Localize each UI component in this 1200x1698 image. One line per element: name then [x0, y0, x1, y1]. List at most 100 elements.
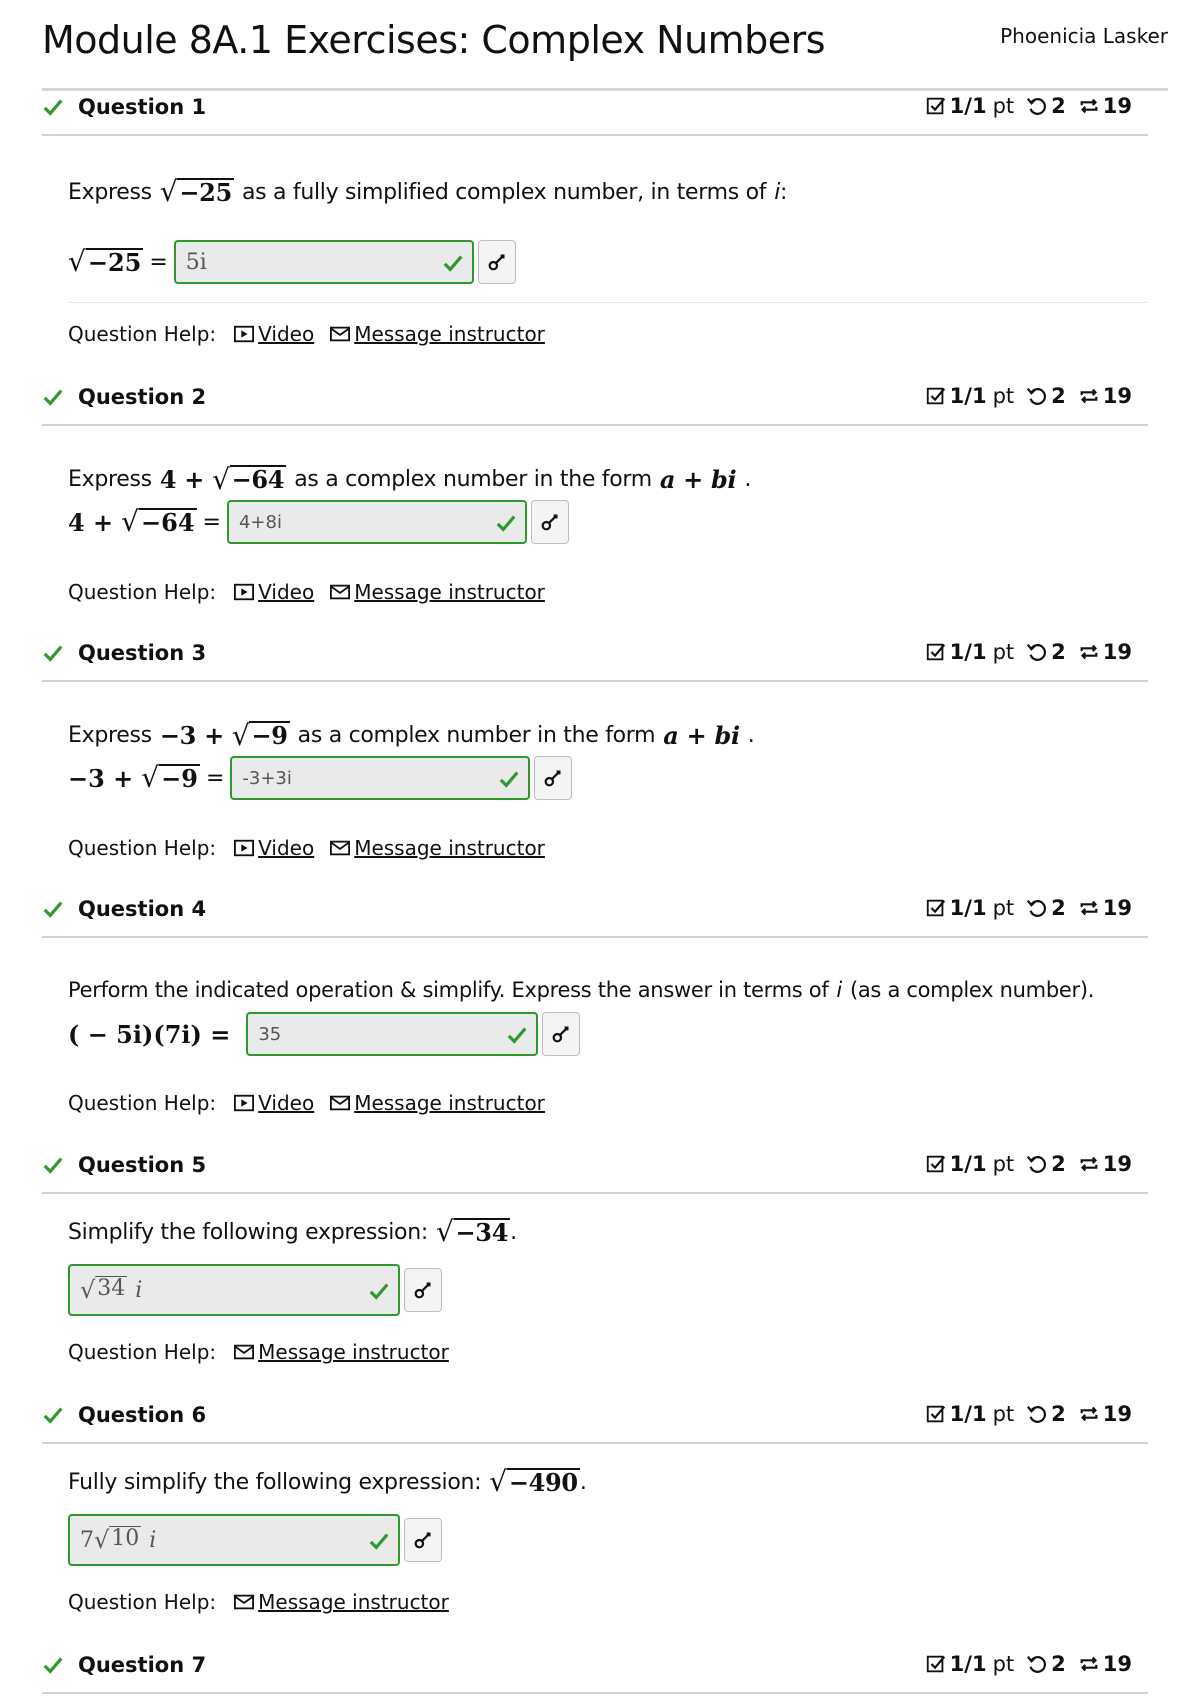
score-unit: pt: [992, 640, 1015, 664]
question-header[interactable]: Question 7 1/1 pt 2 19: [42, 1640, 1148, 1694]
message-label: Message instructor: [354, 836, 545, 860]
message-instructor-link[interactable]: Message instructor: [330, 836, 545, 860]
answer-value: -3+3i: [242, 767, 292, 789]
key-button[interactable]: [534, 756, 573, 800]
video-link[interactable]: Video: [234, 836, 314, 860]
question-prompt: Perform the indicated operation & simpli…: [68, 978, 1094, 1002]
answer-value: 7 √ 10 i: [80, 1525, 157, 1554]
user-name: Phoenicia Lasker: [1000, 24, 1168, 48]
score: 1/1: [949, 1402, 987, 1426]
question-header[interactable]: Question 2 1/1 pt 2 19: [42, 372, 1148, 426]
key-button[interactable]: [477, 240, 516, 284]
prompt-text: Express: [68, 467, 152, 492]
key-icon: [552, 1026, 569, 1043]
check-icon: [369, 1533, 389, 1550]
radicand: −25: [85, 247, 144, 277]
video-label: Video: [258, 1091, 315, 1115]
form-expression: a + bi: [663, 721, 740, 750]
repeat-icon: [1080, 644, 1098, 660]
message-label: Message instructor: [354, 322, 545, 346]
prompt-text: Express: [68, 179, 152, 205]
question-title: Question 1: [78, 95, 207, 119]
math-expression: −3 + √ −9: [68, 761, 200, 795]
question-title: Question 5: [78, 1153, 207, 1177]
math-expression: √ −25: [159, 175, 234, 209]
prompt-text: Fully simplify the following expression:: [68, 1469, 482, 1495]
tries: 2: [1051, 94, 1066, 118]
question-header[interactable]: Question 4 1/1 pt 2 19: [42, 884, 1148, 938]
key-button[interactable]: [530, 500, 569, 544]
check-icon: [496, 515, 516, 532]
message-instructor-link[interactable]: Message instructor: [330, 580, 545, 604]
question-header[interactable]: Question 1 1/1 pt 2 19: [42, 82, 1148, 136]
message-instructor-link[interactable]: Message instructor: [330, 322, 545, 346]
radicand: −34: [453, 1218, 511, 1247]
answer-suffix: i: [149, 1528, 157, 1554]
prompt-text: as a complex number in the form: [294, 467, 652, 492]
help-label: Question Help:: [68, 322, 217, 346]
page-title: Module 8A.1 Exercises: Complex Numbers: [42, 18, 826, 62]
message-instructor-link[interactable]: Message instructor: [234, 1590, 449, 1614]
answer-input[interactable]: 4+8i: [226, 500, 527, 544]
retry-icon: [1027, 643, 1047, 661]
question-meta: 1/1 pt 2 19: [925, 1152, 1132, 1176]
mail-icon: [234, 1344, 255, 1360]
message-instructor-link[interactable]: Message instructor: [330, 1091, 545, 1115]
mail-icon: [330, 1095, 351, 1111]
retry-icon: [1027, 97, 1047, 115]
answer-row: ( − 5i)(7i) = 35: [68, 1012, 581, 1056]
check-icon: [499, 771, 519, 788]
answer-input[interactable]: 35: [246, 1012, 539, 1056]
check-icon: [369, 1283, 389, 1300]
video-link[interactable]: Video: [234, 580, 314, 604]
prompt-text: Express: [68, 723, 152, 748]
question-title: Question 4: [78, 897, 207, 921]
question-header[interactable]: Question 3 1/1 pt 2 19: [42, 628, 1148, 682]
tries: 2: [1051, 1152, 1066, 1176]
retry-icon: [1027, 1155, 1047, 1173]
key-button[interactable]: [404, 1518, 442, 1562]
question-title: Question 7: [78, 1653, 207, 1677]
check-icon: [43, 1157, 63, 1174]
radicand: −9: [249, 721, 290, 751]
retry-icon: [1027, 899, 1047, 917]
radicand: −25: [177, 178, 234, 207]
key-button[interactable]: [542, 1012, 581, 1056]
question-prompt: Express √ −25 as a fully simplified compl…: [68, 178, 787, 206]
retry-icon: [1027, 1655, 1047, 1673]
score: 1/1: [949, 896, 987, 920]
repeat-icon: [1080, 900, 1098, 916]
math-expression: √ −25: [68, 245, 144, 279]
score: 1/1: [949, 384, 987, 408]
question-meta: 1/1 pt 2 19: [925, 1402, 1132, 1426]
answer-input[interactable]: 5i: [173, 240, 474, 284]
attempts: 19: [1102, 896, 1132, 920]
message-instructor-link[interactable]: Message instructor: [234, 1340, 449, 1364]
answer-input[interactable]: 7 √ 10 i: [68, 1514, 400, 1566]
question-header[interactable]: Question 6 1/1 pt 2 19: [42, 1390, 1148, 1444]
radicand: −64: [139, 507, 197, 537]
question-meta: 1/1 pt 2 19: [925, 384, 1132, 408]
answer-suffix: i: [135, 1278, 143, 1304]
answer-row: 4 + √ −64 = 4+8i: [68, 500, 569, 544]
score-unit: pt: [992, 384, 1015, 408]
question-help: Question Help: Message instructor: [68, 1590, 465, 1614]
help-label: Question Help:: [68, 580, 217, 604]
answer-input[interactable]: -3+3i: [230, 756, 531, 800]
video-icon: [234, 583, 255, 601]
question-title: Question 2: [78, 385, 207, 409]
equals-sign: =: [149, 249, 168, 275]
video-link[interactable]: Video: [234, 322, 314, 346]
key-button[interactable]: [404, 1268, 442, 1312]
assignment-page: Module 8A.1 Exercises: Complex Numbers P…: [0, 0, 1200, 1698]
prompt-end: .: [510, 1219, 517, 1245]
question-help: Question Help: Message instructor: [68, 1340, 465, 1364]
prompt-end: .: [747, 723, 755, 748]
score-unit: pt: [992, 1152, 1015, 1176]
prompt-end: :: [780, 179, 788, 205]
retry-icon: [1027, 1405, 1047, 1423]
attempts: 19: [1102, 1152, 1132, 1176]
question-header[interactable]: Question 5 1/1 pt 2 19: [42, 1140, 1148, 1194]
video-link[interactable]: Video: [234, 1091, 314, 1115]
answer-input[interactable]: √ 34 i: [68, 1264, 400, 1316]
